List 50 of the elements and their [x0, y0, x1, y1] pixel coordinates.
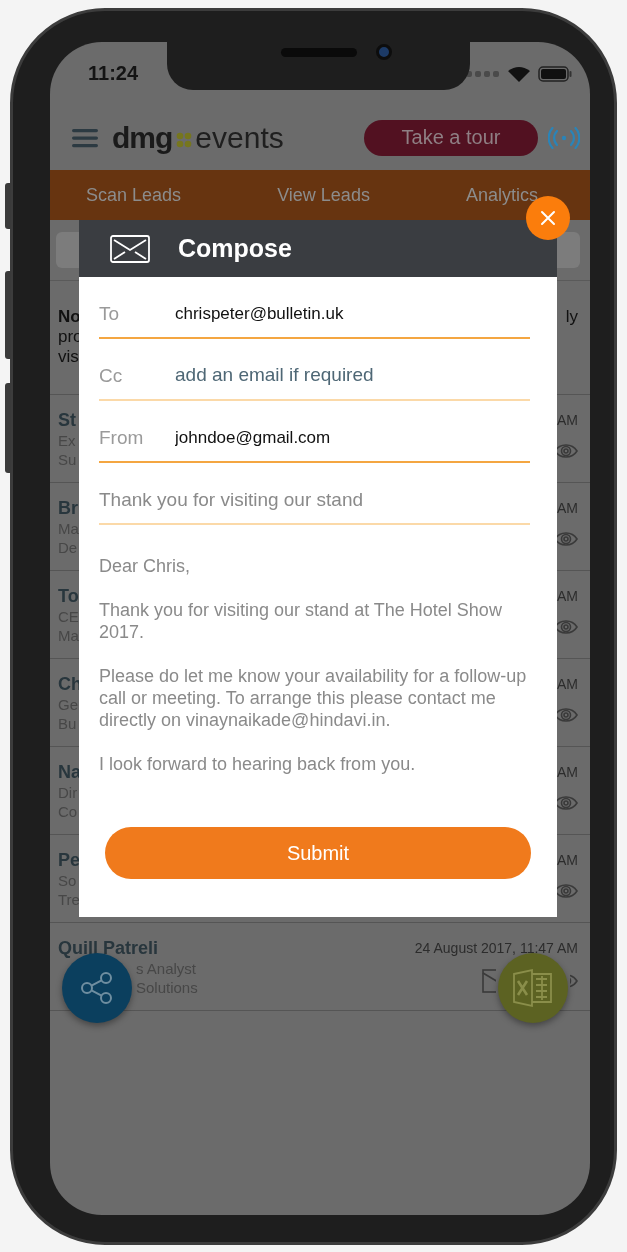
lead-name: Br — [58, 497, 79, 519]
input-field[interactable]: chrispeter@bulletin.uk — [175, 304, 530, 324]
tab[interactable]: Scan Leads — [86, 184, 182, 206]
field-label: Cc — [99, 365, 124, 387]
take-tour-button[interactable]: Take a tour — [364, 119, 538, 156]
lead-time: AM — [557, 411, 578, 429]
notice-text: No — [58, 307, 82, 327]
eye-icon[interactable] — [554, 441, 578, 461]
camera-lens — [376, 44, 392, 60]
signal-icon — [466, 69, 500, 78]
lead-name: St — [58, 409, 77, 431]
clock-time: 11:24 — [88, 62, 139, 85]
tab[interactable]: Analytics — [465, 184, 538, 206]
field-label: From — [99, 427, 145, 449]
field-label: To — [99, 303, 121, 325]
notice-text: ly — [565, 307, 578, 328]
lead-name: Quill Patreli — [58, 937, 160, 959]
wifi-icon — [508, 65, 530, 82]
dialog-title: Compose — [178, 234, 292, 263]
close-icon — [540, 210, 556, 226]
message-paragraph: I look forward to hearing back from you. — [99, 753, 417, 775]
eye-icon[interactable] — [554, 529, 578, 549]
logo-text: events — [195, 120, 284, 155]
lead-time: 24 August 2017, 11:47 AM — [414, 939, 578, 957]
lead-time: AM — [557, 675, 578, 693]
lead-time: AM — [557, 587, 578, 605]
spreadsheet-icon — [512, 968, 554, 1008]
input-field[interactable]: add an email if required — [175, 366, 530, 386]
subject-field[interactable]: Thank you for visiting our stand — [99, 489, 530, 511]
share-icon — [79, 970, 115, 1006]
input-field[interactable]: johndoe@gmail.com — [175, 428, 530, 448]
tab[interactable]: View Leads — [277, 184, 370, 206]
envelope-icon — [110, 234, 150, 263]
eye-icon[interactable] — [554, 793, 578, 813]
battery-icon — [538, 65, 572, 82]
logo-text: dmg — [112, 120, 173, 155]
eye-icon[interactable] — [554, 881, 578, 901]
eye-icon[interactable] — [554, 617, 578, 637]
lead-name: Pe — [58, 849, 81, 871]
submit-button[interactable]: Submit — [105, 827, 531, 879]
lead-time: AM — [557, 499, 578, 517]
lead-name: To — [58, 585, 79, 607]
logo-dots-icon — [176, 131, 193, 148]
notice-text: vis — [58, 347, 80, 367]
message-paragraph: Thank you for visiting our stand at The Hotel Show 2017. — [99, 599, 503, 643]
message-paragraph: Dear Chris, — [99, 555, 192, 577]
lead-time: AM — [557, 763, 578, 781]
lead-time: AM — [557, 851, 578, 869]
eye-icon[interactable] — [554, 705, 578, 725]
message-paragraph: Please do let me know your availability for a follow-up call or meeting. To arrange this please contact me directly on vinaynaikade@hindavi.in. — [99, 665, 528, 731]
